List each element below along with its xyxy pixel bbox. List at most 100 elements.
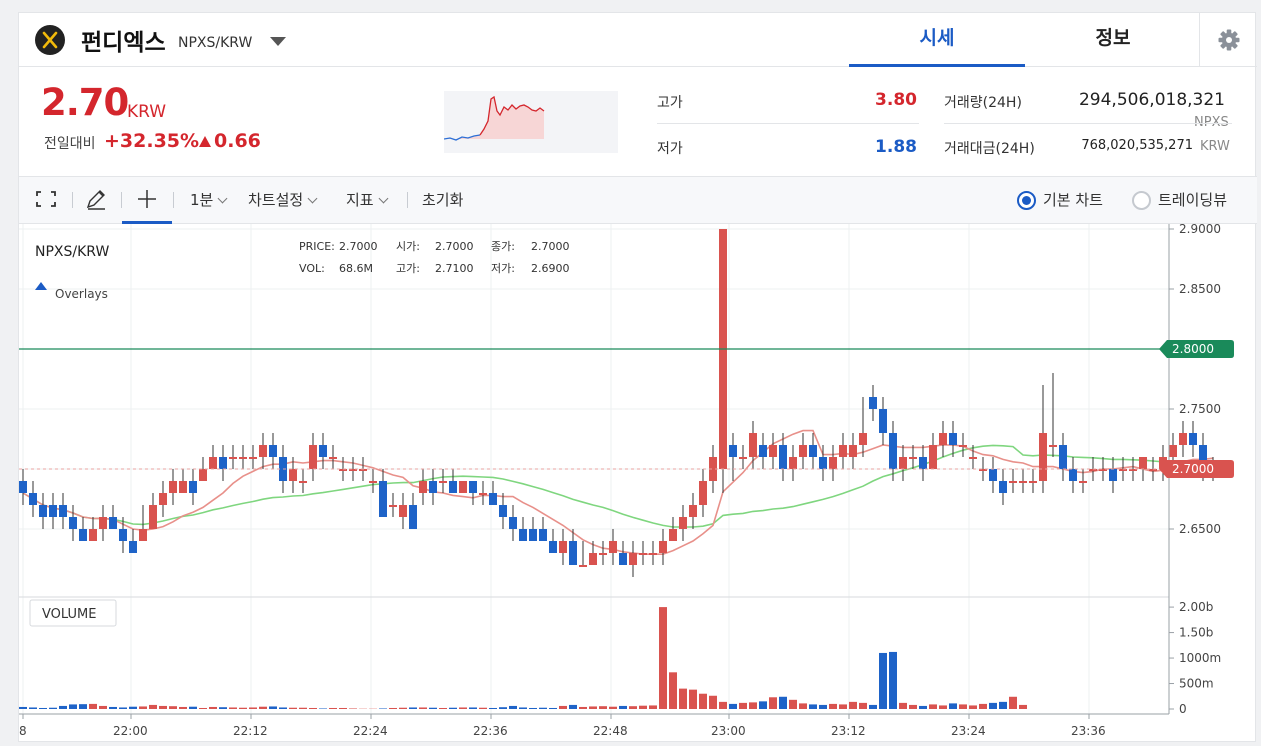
low-label: 저가 (657, 141, 683, 157)
coin-name: 펀디엑스 (81, 30, 166, 56)
candle (499, 505, 507, 517)
overlays-label[interactable]: Overlays (55, 287, 108, 301)
stat-divider (944, 123, 1232, 124)
candles (19, 229, 1217, 577)
draw-tool-button[interactable] (85, 189, 107, 215)
candle (889, 433, 897, 469)
price-axis: 2.9000 2.8500 2.7500 2.6500 (1169, 224, 1221, 536)
tab-info[interactable]: 정보 (1025, 13, 1201, 67)
low-value: 1.88 (875, 137, 917, 157)
time-tick-label: 23:12 (831, 724, 866, 738)
candle (739, 457, 747, 459)
volume-bar (279, 707, 287, 709)
candle (329, 457, 337, 459)
candle (399, 505, 407, 517)
tab-price[interactable]: 시세 (849, 13, 1025, 67)
candle (79, 529, 87, 541)
volume-bar (569, 704, 577, 709)
chart-symbol: NPXS/KRW (35, 244, 109, 260)
volume-bar (759, 701, 767, 709)
chevron-down-icon (217, 193, 228, 204)
volume-bar (229, 707, 237, 709)
volume-pane-label: VOLUME (42, 607, 96, 622)
volume-bar (459, 707, 467, 709)
chart-toolbar: 1분 차트설정 지표 초기화 기본 차트 트레이딩뷰 (19, 176, 1257, 224)
candle (469, 481, 477, 493)
candle (1019, 481, 1027, 483)
volume-bar (329, 707, 337, 709)
candle (609, 541, 617, 553)
candle (559, 541, 567, 553)
ohlc-price: 2.7000 (339, 240, 378, 253)
candle (809, 445, 817, 457)
ohlc-vol-label: VOL: (299, 262, 325, 275)
high-value: 3.80 (875, 90, 917, 110)
volume-bar (709, 695, 717, 709)
candle (1179, 433, 1187, 445)
candle (239, 457, 247, 459)
change-percent: +32.35% (104, 130, 200, 152)
tradingview-radio[interactable] (1132, 191, 1151, 210)
volume-bar (939, 705, 947, 709)
pair-label: NPXS/KRW (178, 35, 253, 51)
volume-bar (469, 707, 477, 709)
crosshair-icon (138, 190, 156, 208)
candle (309, 445, 317, 469)
candle (189, 481, 197, 493)
volume-bar (599, 706, 607, 709)
candle (549, 541, 557, 553)
candle (539, 529, 547, 541)
candle (1009, 481, 1017, 483)
basic-chart-radio[interactable] (1017, 191, 1036, 210)
settings-button[interactable] (1199, 13, 1257, 67)
volume-bar (579, 706, 587, 709)
candle (229, 457, 237, 459)
price-tick-label: 2.9000 (1179, 224, 1221, 236)
candle (319, 445, 327, 457)
ma-long-line (22, 444, 1214, 528)
volume-axis: 2.00b 1.50b 1000m 500m 0 (1169, 600, 1221, 716)
volume-bar (969, 705, 977, 709)
volume-bar (289, 707, 297, 709)
volume-bar (59, 705, 67, 709)
up-arrow-icon (199, 136, 211, 147)
candle (849, 445, 857, 457)
reset-button[interactable]: 초기화 (422, 189, 463, 210)
last-price-tag: 2.7000 (1159, 460, 1234, 478)
candle (829, 457, 837, 469)
volume-bar (249, 707, 257, 709)
time-tick-label: 22:48 (593, 724, 628, 738)
candle (799, 445, 807, 457)
volume-bar (909, 704, 917, 709)
market-dropdown-icon[interactable] (270, 37, 286, 46)
candle (1059, 445, 1067, 469)
volume-bar (399, 707, 407, 709)
candle (419, 481, 427, 493)
volume-bar (149, 704, 157, 709)
volume-bar (189, 706, 197, 709)
volume-bar (989, 702, 997, 709)
time-tick-label: 23:24 (951, 724, 986, 738)
indicators-menu[interactable]: 지표 (346, 189, 389, 210)
volume-bar (69, 704, 77, 709)
volume-bar (849, 701, 857, 709)
price-unit: KRW (127, 102, 167, 122)
volume-bar (319, 708, 327, 709)
chart-settings-menu[interactable]: 차트설정 (248, 189, 318, 210)
basic-chart-label[interactable]: 기본 차트 (1043, 189, 1103, 210)
candle (909, 457, 917, 459)
candle (949, 433, 957, 445)
tradingview-label[interactable]: 트레이딩뷰 (1158, 189, 1227, 210)
overlays-toggle-icon[interactable] (35, 282, 47, 290)
volume-bar (679, 688, 687, 709)
volume-tick-label: 2.00b (1179, 600, 1213, 614)
crosshair-button[interactable] (136, 188, 158, 214)
interval-select[interactable]: 1분 (190, 189, 228, 210)
exchange-widget: 펀디엑스 NPXS/KRW 시세 정보 2.70 KRW 전일대비 +32.35… (18, 12, 1257, 742)
volume-bar (259, 706, 267, 709)
candle (679, 517, 687, 529)
candle (619, 553, 627, 565)
candle (519, 529, 527, 541)
candlestick-chart[interactable]: NPXS/KRW Overlays PRICE: 2.7000 시가: 2.70… (19, 224, 1257, 742)
fullscreen-button[interactable] (35, 190, 57, 212)
